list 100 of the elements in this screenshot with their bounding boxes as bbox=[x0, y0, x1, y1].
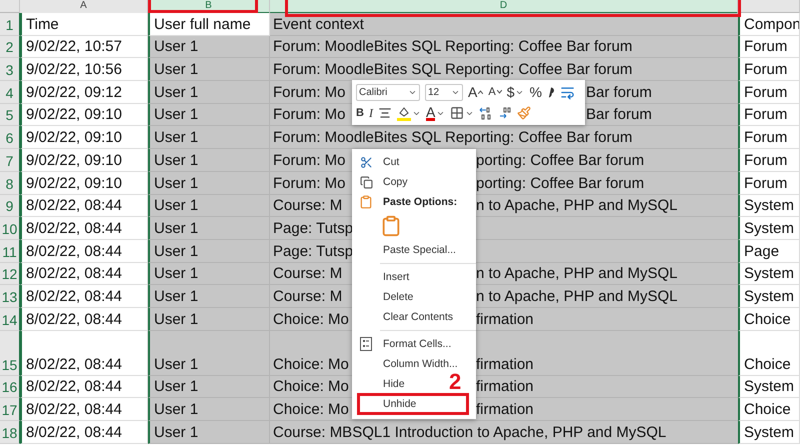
cell-text: Forum: Mo bbox=[273, 174, 346, 192]
table-cell: System bbox=[738, 217, 800, 240]
table-cell: Forum bbox=[738, 104, 800, 126]
bold-button[interactable]: B bbox=[356, 105, 364, 121]
cell-text: n to Apache, PHP and MySQL bbox=[476, 288, 678, 305]
table-cell: User 1 bbox=[148, 285, 270, 308]
shrink-button[interactable]: A bbox=[488, 84, 496, 100]
cell-text: porting: Coffee Bar forum bbox=[476, 152, 644, 169]
row-number[interactable]: 3 bbox=[0, 58, 20, 82]
cell-text: firmation bbox=[476, 356, 534, 373]
menu-item[interactable]: Insert bbox=[380, 269, 412, 285]
cell-text: Event context bbox=[273, 16, 364, 33]
column-header[interactable]: D bbox=[270, 0, 738, 14]
menu-item[interactable]: Delete bbox=[380, 289, 416, 305]
table-cell: User 1 bbox=[148, 58, 270, 82]
row-number[interactable]: 12 bbox=[0, 262, 20, 286]
paste-option-icon[interactable] bbox=[380, 215, 402, 237]
table-cell: User 1 bbox=[148, 308, 270, 331]
cell-text: Bar forum bbox=[586, 106, 652, 124]
table-cell: User 1 bbox=[148, 126, 270, 150]
step-label: 2 bbox=[449, 372, 462, 392]
row-number[interactable]: 16 bbox=[0, 376, 20, 398]
cell-text: Page: Tutsp bbox=[273, 242, 354, 260]
cell-text: Course: M bbox=[273, 197, 342, 214]
currency-button[interactable]: $ bbox=[506, 84, 514, 100]
table-cell: Choice bbox=[738, 398, 800, 421]
menu-item[interactable]: Clear Contents bbox=[380, 309, 456, 325]
font-size-dropdown[interactable]: 12 bbox=[425, 84, 463, 100]
table-cell: 8/02/22, 08:44 bbox=[20, 217, 148, 240]
table-cell: 9/02/22, 09:10 bbox=[20, 104, 148, 126]
row-number[interactable]: 1 bbox=[0, 13, 20, 36]
cell-text: Page: Tutsp bbox=[273, 220, 354, 237]
caret-down-icon bbox=[496, 90, 502, 94]
table-cell: User 1 bbox=[148, 36, 270, 58]
table-cell: Forum bbox=[738, 172, 800, 194]
menu-item[interactable]: Column Width... bbox=[380, 356, 461, 372]
table-cell: User full name bbox=[148, 13, 270, 36]
decrease-decimal-icon bbox=[498, 106, 512, 120]
grow-button[interactable]: A bbox=[468, 84, 478, 100]
menu-item[interactable]: Unhide bbox=[360, 396, 466, 412]
table-cell: Time bbox=[20, 13, 148, 36]
cell-text: Forum: Mo bbox=[273, 152, 346, 169]
cell-text: Choice: Mo bbox=[273, 378, 349, 396]
table-cell: 9/02/22, 09:12 bbox=[20, 81, 148, 104]
table-cell: 8/02/22, 08:44 bbox=[20, 376, 148, 398]
table-cell: 8/02/22, 08:44 bbox=[20, 421, 148, 444]
cell-text: firmation bbox=[476, 378, 534, 396]
menu-item[interactable]: Copy bbox=[380, 174, 411, 190]
column-header[interactable]: A bbox=[20, 0, 148, 14]
table-cell: 9/02/22, 10:56 bbox=[20, 58, 148, 82]
row-number[interactable]: 7 bbox=[0, 149, 20, 172]
menu-item[interactable]: Hide bbox=[380, 376, 408, 392]
menu-item[interactable]: Format Cells... bbox=[380, 336, 454, 352]
table-cell: Page bbox=[738, 240, 800, 263]
font-color-button[interactable]: A bbox=[426, 106, 436, 120]
table-cell: User 1 bbox=[148, 81, 270, 104]
table-cell: 8/02/22, 08:44 bbox=[20, 240, 148, 263]
borders-icon bbox=[450, 106, 464, 120]
cell-text: Course: M bbox=[273, 265, 342, 282]
cell-text: Forum: MoodleBites SQL Reporting: Coffee Bar forum bbox=[273, 129, 632, 146]
cell-text: n to Apache, PHP and MySQL bbox=[476, 197, 678, 214]
table-cell: User 1 bbox=[148, 330, 270, 376]
cell-text: Course: MBSQL1 Introduction to Apache, PHP and MySQL bbox=[273, 424, 666, 441]
table-cell: User 1 bbox=[148, 104, 270, 126]
menu-item[interactable]: Cut bbox=[380, 154, 402, 170]
cell-text: Choice: Mo bbox=[273, 401, 349, 418]
row-number[interactable]: 4 bbox=[0, 81, 20, 104]
row-number[interactable]: 17 bbox=[0, 398, 20, 421]
table-cell: 8/02/22, 08:44 bbox=[20, 308, 148, 331]
row-number[interactable]: 13 bbox=[0, 285, 20, 308]
row-number[interactable]: 8 bbox=[0, 172, 20, 194]
wrap-text-icon bbox=[560, 84, 575, 100]
table-cell: User 1 bbox=[148, 240, 270, 263]
row-number[interactable]: 14 bbox=[0, 308, 20, 331]
cell-text: Forum: MoodleBites SQL Reporting: Coffee Bar forum bbox=[273, 61, 632, 78]
table-cell: System bbox=[738, 376, 800, 398]
format-painter-icon bbox=[517, 106, 532, 120]
table-cell: System bbox=[738, 262, 800, 286]
menu-item[interactable]: Paste Special... bbox=[380, 242, 459, 258]
paste-icon bbox=[359, 195, 373, 209]
table-cell: Forum bbox=[738, 81, 800, 104]
table-cell: User 1 bbox=[148, 194, 270, 218]
row-number[interactable]: 5 bbox=[0, 104, 20, 126]
table-cell: 8/02/22, 08:44 bbox=[20, 194, 148, 218]
row-number[interactable]: 11 bbox=[0, 240, 20, 263]
row-number[interactable]: 10 bbox=[0, 217, 20, 240]
cell-text: Forum: Mo bbox=[273, 84, 346, 101]
row-number[interactable]: 9 bbox=[0, 194, 20, 218]
table-cell: 8/02/22, 08:44 bbox=[20, 285, 148, 308]
table-cell: Choice bbox=[738, 330, 800, 376]
cell-text: n to Apache, PHP and MySQL bbox=[476, 265, 678, 282]
row-number[interactable]: 6 bbox=[0, 126, 20, 150]
table-cell: User 1 bbox=[148, 262, 270, 286]
row-number[interactable]: 15 bbox=[0, 330, 20, 376]
row-number[interactable]: 18 bbox=[0, 421, 20, 444]
row-number[interactable]: 2 bbox=[0, 36, 20, 58]
table-cell: Forum bbox=[738, 149, 800, 172]
percent-button[interactable]: % bbox=[529, 84, 542, 100]
italic-button[interactable]: I bbox=[368, 105, 373, 121]
font-dropdown[interactable]: Calibri bbox=[356, 84, 420, 100]
